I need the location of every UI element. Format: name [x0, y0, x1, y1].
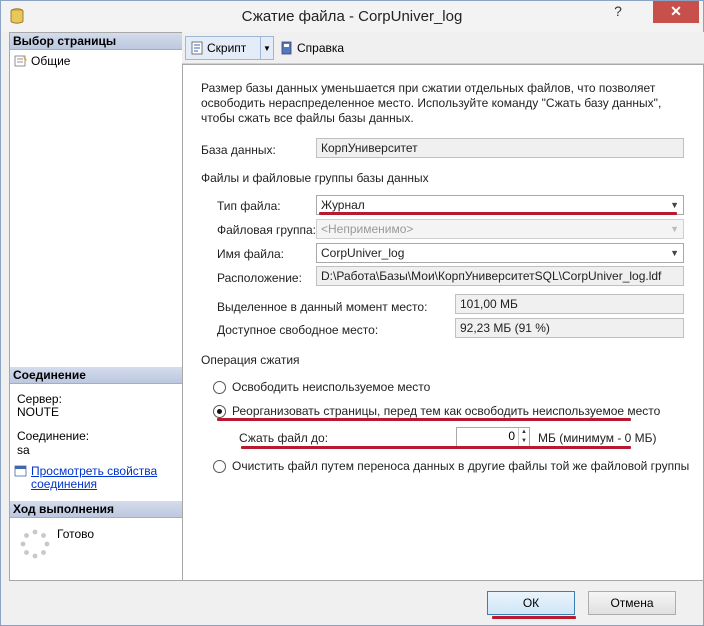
server-label: Сервер: — [17, 392, 62, 406]
help-title-button[interactable]: ? — [603, 1, 633, 23]
script-button[interactable]: Скрипт — [185, 36, 261, 60]
page-item-general[interactable]: Общие — [14, 53, 70, 69]
ok-button[interactable]: ОК — [487, 591, 575, 615]
settings-page-icon — [14, 55, 27, 67]
toolbar: Скрипт ▼ Справка — [182, 32, 704, 64]
chevron-down-icon: ▼ — [670, 224, 679, 234]
radio-button[interactable] — [213, 459, 226, 473]
chevron-down-icon: ▼ — [263, 43, 271, 53]
file-name-value: CorpUniver_log — [321, 246, 405, 260]
file-type-value: Журнал — [321, 198, 365, 212]
allocated-field: 101,00 МБ — [455, 294, 684, 314]
progress-spinner-icon — [20, 529, 50, 559]
free-space-label: Доступное свободное место: — [217, 323, 379, 337]
stepper-arrows[interactable]: ▲ ▼ — [518, 428, 529, 446]
radio-empty-file-label: Очистить файл путем переноса данных в др… — [232, 459, 690, 473]
annotation-underline — [492, 616, 576, 619]
shrink-to-label: Сжать файл до: — [239, 431, 329, 445]
script-dropdown-button[interactable]: ▼ — [260, 36, 274, 60]
database-label: База данных: — [201, 143, 276, 157]
shrink-to-unit: МБ (минимум - 0 МБ) — [538, 431, 657, 445]
view-connection-properties-label: Просмотреть свойства соединения — [31, 464, 158, 491]
annotation-underline — [241, 446, 631, 449]
server-value: NOUTE — [17, 405, 59, 419]
database-field: КорпУниверситет — [316, 138, 684, 158]
general-page-content: Размер базы данных уменьшается при сжати… — [182, 64, 704, 581]
annotation-underline — [319, 212, 677, 215]
radio-button-checked[interactable] — [213, 404, 226, 418]
location-label: Расположение: — [217, 271, 302, 285]
connection-label: Соединение: — [17, 429, 90, 443]
radio-reorganize-label: Реорганизовать страницы, перед тем как о… — [232, 404, 661, 418]
radio-reorganize[interactable]: Реорганизовать страницы, перед тем как о… — [213, 404, 660, 418]
view-connection-properties-link[interactable]: Просмотреть свойства соединения — [14, 465, 161, 491]
properties-icon — [14, 465, 27, 477]
file-name-label: Имя файла: — [217, 247, 284, 261]
radio-button[interactable] — [213, 380, 226, 394]
free-space-field: 92,23 МБ (91 %) — [455, 318, 684, 338]
connection-value: sa — [17, 443, 30, 457]
description-text: Размер базы данных уменьшается при сжати… — [201, 81, 662, 125]
progress-status: Готово — [57, 527, 95, 541]
left-pane: Выбор страницы Общие Соединение Сервер: … — [9, 32, 183, 581]
shrink-to-value: 0 — [508, 429, 515, 443]
radio-empty-file[interactable]: Очистить файл путем переноса данных в др… — [213, 459, 689, 473]
close-button[interactable]: ✕ — [653, 1, 699, 23]
progress-header: Ход выполнения — [10, 501, 182, 518]
filegroup-value: <Неприменимо> — [321, 222, 414, 236]
window-title: Сжатие файла - CorpUniver_log — [241, 8, 463, 25]
help-label: Справка — [297, 41, 345, 55]
file-name-select[interactable]: CorpUniver_log ▼ — [316, 243, 684, 263]
filegroup-label: Файловая группа: — [217, 223, 316, 237]
shrink-operation-label: Операция сжатия — [201, 353, 300, 367]
radio-release-unused[interactable]: Освободить неиспользуемое место — [213, 380, 430, 394]
filegroup-select: <Неприменимо> ▼ — [316, 219, 684, 239]
page-item-label: Общие — [31, 54, 71, 68]
location-field: D:\Работа\Базы\Мои\КорпУниверситетSQL\Co… — [316, 266, 684, 286]
connection-header: Соединение — [10, 367, 182, 384]
help-button[interactable]: Справка — [276, 36, 348, 60]
title-bar: Сжатие файла - CorpUniver_log ? ✕ — [1, 1, 703, 32]
files-group-label: Файлы и файловые группы базы данных — [201, 171, 429, 185]
annotation-underline — [217, 418, 631, 421]
select-page-header: Выбор страницы — [10, 33, 182, 50]
shrink-file-dialog: Сжатие файла - CorpUniver_log ? ✕ Выбор … — [0, 0, 704, 626]
shrink-to-stepper[interactable]: 0 ▲ ▼ — [456, 427, 530, 447]
chevron-up-icon[interactable]: ▲ — [519, 428, 529, 437]
script-icon — [191, 41, 203, 55]
script-label: Скрипт — [207, 41, 247, 55]
file-type-label: Тип файла: — [217, 199, 281, 213]
button-bar: ОК Отмена — [1, 581, 703, 625]
cancel-button[interactable]: Отмена — [588, 591, 676, 615]
allocated-label: Выделенное в данный момент место: — [217, 300, 428, 314]
help-book-icon — [281, 41, 292, 55]
chevron-down-icon: ▼ — [670, 248, 679, 258]
radio-release-unused-label: Освободить неиспользуемое место — [232, 380, 431, 394]
chevron-down-icon[interactable]: ▼ — [519, 437, 529, 446]
